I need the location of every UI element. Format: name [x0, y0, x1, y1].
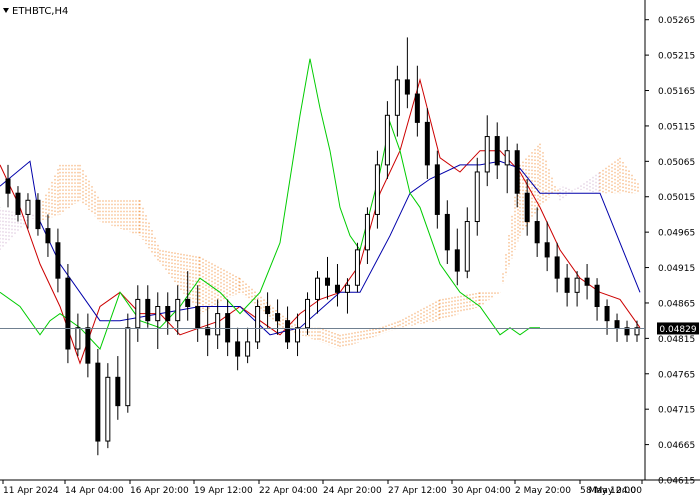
candle-body — [524, 192, 530, 223]
candle-body — [175, 298, 181, 322]
candle-body — [255, 306, 261, 343]
y-tick-label: 0.05215 — [658, 52, 695, 62]
y-tick-label: 0.05165 — [658, 87, 695, 97]
y-tick-label: 0.04765 — [658, 370, 695, 380]
candle-body — [125, 327, 131, 407]
candle-body — [334, 284, 340, 293]
candle-body — [554, 256, 560, 279]
candle-body — [424, 121, 430, 166]
x-tick-label: 16 Apr 20:00 — [130, 486, 189, 496]
candle-body — [85, 327, 91, 364]
candle-body — [305, 298, 311, 329]
y-tick-label: 0.05115 — [658, 122, 695, 132]
candle-body — [115, 376, 121, 407]
x-tick-label: 11 Apr 2024 — [3, 486, 59, 496]
candle-body — [65, 277, 71, 350]
candle-body — [374, 164, 380, 215]
candle-body — [215, 313, 221, 336]
candle-body — [484, 136, 490, 173]
candle-body — [494, 136, 500, 166]
candle-body — [594, 284, 600, 308]
x-tick-label: 8 May 04:00 — [586, 486, 642, 496]
candle-body — [235, 341, 241, 357]
candle-body — [574, 277, 580, 293]
y-tick-label: 0.04915 — [658, 264, 695, 274]
y-tick-label: 0.05065 — [658, 158, 695, 168]
candle-body — [155, 306, 161, 322]
candle — [255, 299, 261, 349]
candle-body — [364, 213, 370, 251]
candle-body — [464, 221, 470, 272]
candle-body — [105, 376, 111, 442]
candle-body — [35, 199, 41, 230]
x-tick-label: 2 May 20:00 — [515, 486, 571, 496]
candle-body — [95, 362, 101, 442]
candle-body — [45, 228, 51, 244]
candle-body — [225, 313, 231, 343]
x-tick-label: 22 Apr 04:00 — [259, 486, 318, 496]
candle-body — [544, 242, 550, 258]
candle-body — [354, 249, 360, 286]
candle — [354, 242, 360, 293]
symbol-title: ETHBTC,H4 — [12, 6, 68, 17]
candle-body — [55, 242, 61, 279]
chart-background — [0, 0, 700, 500]
candle-body — [604, 306, 610, 322]
candle-body — [315, 277, 321, 300]
candle-body — [25, 199, 31, 215]
candle-body — [404, 79, 410, 95]
current-price-label: 0.04829 — [659, 325, 696, 335]
candle-body — [145, 298, 151, 322]
candle-body — [5, 178, 11, 194]
candle-body — [504, 150, 510, 166]
candle-body — [295, 327, 301, 343]
symbol-header: ETHBTC,H4 — [3, 6, 68, 17]
y-tick-label: 0.04965 — [658, 229, 695, 239]
y-tick-label: 0.04665 — [658, 441, 695, 451]
candle-body — [324, 277, 330, 286]
y-tick-label: 0.04615 — [658, 477, 695, 487]
candle-body — [195, 306, 201, 329]
candle-body — [514, 150, 520, 194]
x-tick-label: 19 Apr 12:00 — [194, 486, 253, 496]
candle-body — [135, 298, 141, 329]
y-tick-label: 0.04865 — [658, 299, 695, 309]
candle-body — [185, 298, 191, 308]
candle-body — [614, 320, 620, 329]
candle-body — [534, 221, 540, 244]
candle-body — [384, 114, 390, 166]
candle-body — [344, 284, 350, 293]
candle-body — [15, 192, 21, 215]
y-tick-label: 0.05015 — [658, 193, 695, 203]
candle-body — [474, 171, 480, 223]
candle-body — [454, 249, 460, 272]
x-tick-label: 14 Apr 04:00 — [65, 486, 124, 496]
candle-body — [165, 306, 171, 322]
candle-body — [434, 164, 440, 215]
candle-body — [75, 327, 81, 350]
candle-body — [584, 277, 590, 286]
candle-body — [394, 79, 400, 116]
candle-body — [444, 213, 450, 251]
candle — [65, 264, 71, 364]
x-tick-label: 30 Apr 04:00 — [452, 486, 511, 496]
candle — [95, 348, 101, 456]
current-price-box: 0.04829 — [657, 322, 699, 335]
candle-body — [564, 277, 570, 293]
ichimoku-chart: 0.05265 0.05215 0.05165 0.05115 0.05065 0.050… — [0, 0, 700, 500]
x-tick-label: 24 Apr 20:00 — [323, 486, 382, 496]
candle-body — [275, 313, 281, 322]
candle-body — [245, 341, 251, 357]
candle-body — [414, 93, 420, 123]
y-tick-label: 0.05265 — [658, 16, 695, 26]
y-tick-label: 0.04715 — [658, 406, 695, 416]
candle-body — [265, 306, 271, 315]
candle-body — [285, 320, 291, 343]
x-tick-label: 27 Apr 12:00 — [388, 486, 447, 496]
y-tick-label: 0.04815 — [658, 335, 695, 345]
